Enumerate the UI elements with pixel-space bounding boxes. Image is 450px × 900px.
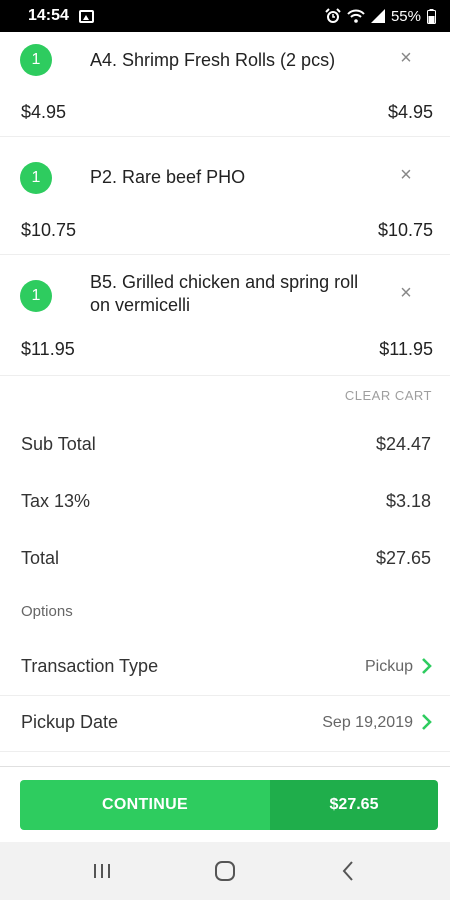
options-heading: Options	[21, 603, 73, 620]
remove-item-icon[interactable]: ×	[396, 283, 416, 303]
item-line-total: $11.95	[379, 339, 433, 359]
remove-item-icon[interactable]: ×	[396, 48, 416, 68]
back-button[interactable]	[328, 851, 368, 891]
chevron-right-icon	[422, 714, 432, 730]
tax-label: Tax 13%	[21, 491, 91, 511]
item-line-total: $10.75	[377, 220, 433, 240]
item-name: A4. Shrimp Fresh Rolls (2 pcs)	[90, 50, 336, 70]
pickup-date-value: Sep 19,2019	[322, 714, 413, 731]
total-label: Total	[21, 548, 60, 568]
total-row: Total $27.65	[0, 548, 450, 578]
cart-item: 1 A4. Shrimp Fresh Rolls (2 pcs) × $4.95…	[0, 32, 450, 137]
quantity-badge[interactable]: 1	[20, 280, 52, 312]
transaction-type-row[interactable]: Transaction Type Pickup	[0, 640, 450, 696]
status-bar: 14:54 55%	[0, 0, 450, 32]
wifi-icon	[347, 9, 365, 23]
quantity-badge[interactable]: 1	[20, 44, 52, 76]
chevron-right-icon	[422, 658, 432, 674]
subtotal-label: Sub Total	[21, 434, 96, 454]
battery-icon	[427, 8, 436, 24]
continue-label: CONTINUE	[20, 780, 270, 830]
item-unit-price: $11.95	[21, 339, 75, 359]
cart-item: 1 P2. Rare beef PHO × $10.75 $10.75	[0, 137, 450, 255]
item-unit-price: $10.75	[21, 220, 77, 240]
continue-button[interactable]: CONTINUE $27.65	[20, 780, 438, 830]
item-name: B5. Grilled chicken and spring roll on v…	[90, 272, 359, 315]
clear-cart-button[interactable]: CLEAR CART	[345, 388, 432, 403]
item-unit-price: $4.95	[21, 102, 67, 122]
status-time: 14:54	[28, 7, 69, 24]
pickup-date-row[interactable]: Pickup Date Sep 19,2019	[0, 696, 450, 752]
quantity-badge[interactable]: 1	[20, 162, 52, 194]
recent-apps-button[interactable]	[82, 851, 122, 891]
item-name: P2. Rare beef PHO	[90, 167, 246, 187]
back-icon	[342, 861, 354, 881]
home-button[interactable]	[205, 851, 245, 891]
cart-item: 1 B5. Grilled chicken and spring roll on…	[0, 255, 450, 376]
divider	[0, 766, 450, 767]
transaction-type-value: Pickup	[364, 658, 413, 675]
recent-apps-icon	[93, 864, 110, 878]
total-value: $27.65	[375, 548, 431, 568]
tax-value: $3.18	[385, 491, 431, 511]
gallery-notification-icon	[78, 9, 94, 23]
subtotal-value: $24.47	[375, 434, 431, 454]
system-nav-bar	[0, 842, 450, 900]
continue-amount: $27.65	[270, 780, 438, 830]
item-line-total: $4.95	[387, 102, 433, 122]
remove-item-icon[interactable]: ×	[396, 165, 416, 185]
status-indicators: 55%	[325, 8, 436, 25]
battery-percent: 55%	[390, 7, 421, 25]
signal-icon	[370, 9, 385, 23]
tax-row: Tax 13% $3.18	[0, 491, 450, 521]
subtotal-row: Sub Total $24.47	[0, 434, 450, 464]
alarm-icon	[325, 8, 341, 23]
home-icon	[214, 861, 235, 881]
pickup-date-label: Pickup Date	[21, 712, 119, 732]
transaction-type-label: Transaction Type	[21, 656, 159, 676]
